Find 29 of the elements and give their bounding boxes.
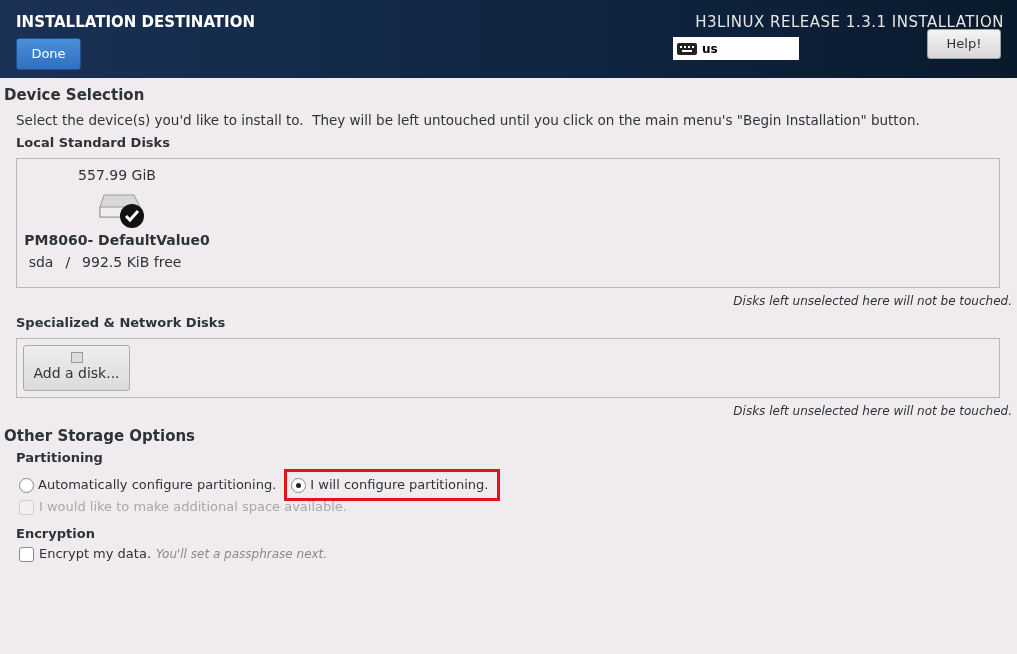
group-label: Local Standard Disks	[16, 135, 171, 151]
section-heading: Other Storage Options	[4, 427, 197, 445]
note-text: Disks left unselected here will not be touched.	[733, 293, 1012, 309]
group-label: Partitioning	[16, 450, 104, 466]
disk-item[interactable]: 557.99 GiB PM8060- DefaultValue0 sda / 992.5 KiB free	[17, 159, 217, 287]
keyboard-icon	[677, 42, 697, 55]
section-heading: Device Selection	[4, 86, 146, 104]
add-disk-button[interactable]: Add a disk...	[23, 345, 130, 391]
product-title: H3LINUX RELEASE 1.3.1 INSTALLATION	[695, 12, 1004, 32]
instructions-text: Select the device(s) you'd like to install to. They will be left untouched until you click on the main menu's "Begin Installation" button.	[16, 111, 921, 129]
radio-button[interactable]	[19, 477, 34, 493]
hint-text: You'll set a passphrase next.	[156, 546, 328, 563]
window-title: INSTALLATION DESTINATION	[16, 12, 255, 32]
free-space: 992.5 KiB free	[82, 253, 182, 271]
done-button[interactable]: Done	[16, 38, 81, 70]
disk-size: 557.99 GiB	[78, 166, 156, 184]
checkbox[interactable]	[19, 546, 34, 562]
keyboard-layout-field[interactable]: us	[673, 37, 799, 60]
option-label[interactable]: I will configure partitioning.	[310, 476, 489, 494]
hard-disk-icon	[98, 191, 146, 229]
note-text: Disks left unselected here will not be touched.	[733, 403, 1012, 419]
separator-text: /	[65, 253, 71, 271]
group-label: Encryption	[16, 526, 96, 542]
help-button[interactable]: Help!	[927, 29, 1001, 59]
device-name: sda	[28, 253, 54, 271]
radio-button[interactable]	[291, 477, 307, 493]
option-label[interactable]: Encrypt my data.	[39, 545, 152, 563]
disk-name: PM8060- DefaultValue0	[24, 231, 210, 249]
group-label: Specialized & Network Disks	[16, 315, 227, 331]
